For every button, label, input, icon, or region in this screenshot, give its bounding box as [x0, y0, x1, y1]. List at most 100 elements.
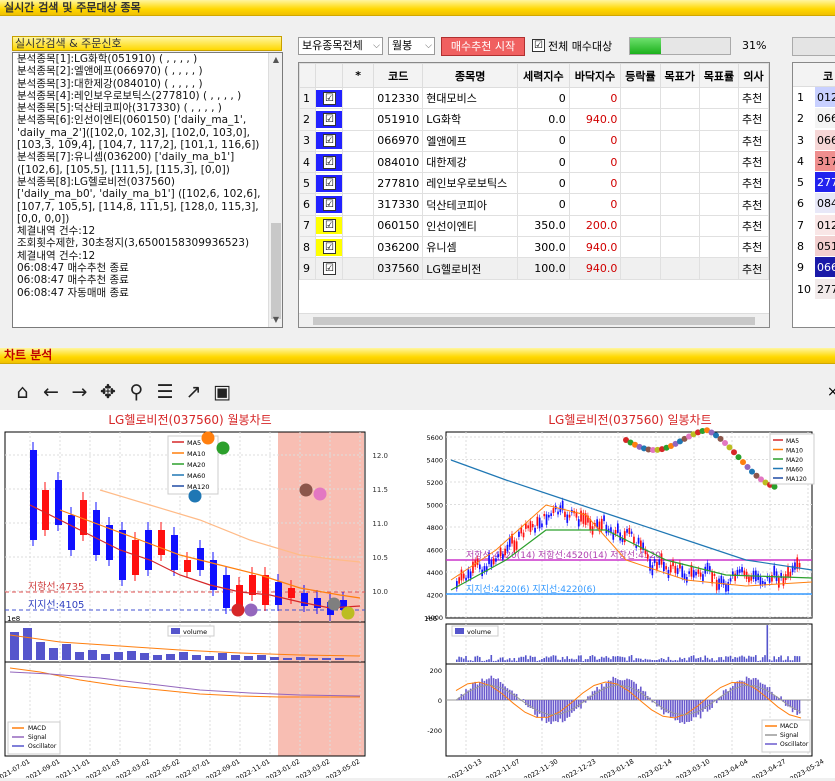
save-icon[interactable]: ▣ [210, 380, 235, 404]
scroll-thumb[interactable] [271, 223, 281, 319]
column-header[interactable] [315, 64, 342, 88]
list-item[interactable]: 9066 [793, 257, 835, 278]
forward-arrow-icon[interactable]: → [67, 380, 92, 404]
list-item[interactable]: 6084 [793, 193, 835, 214]
row-checkbox-bg[interactable]: ☑ [316, 90, 342, 107]
column-header[interactable]: 바닥지수 [569, 64, 621, 88]
list-item[interactable]: 10277 [793, 279, 835, 300]
second-grid[interactable]: 코 10122066306643175277608470128051906610… [792, 62, 835, 328]
stock-grid[interactable]: *코드종목명세력지수바닥지수등락률목표가목표률의사 1☑012330현대모비스0… [298, 62, 770, 328]
x-tick-label: 2022-10-13 [447, 757, 484, 778]
zoom-icon[interactable]: ⚲ [124, 380, 149, 404]
list-item[interactable]: 1012 [793, 87, 835, 108]
volume-bar [463, 659, 465, 662]
column-header[interactable]: 코드 [374, 64, 423, 88]
start-recommend-button[interactable]: 매수추천 시작 [441, 37, 525, 56]
row-checkbox-cell[interactable]: ☑ [315, 194, 342, 215]
row-checkbox-bg[interactable]: ☑ [316, 111, 342, 128]
check-icon[interactable]: ☑ [323, 241, 336, 254]
configure-subplots-icon[interactable]: ☰ [153, 380, 178, 404]
list-item[interactable]: 2066 [793, 108, 835, 129]
check-icon[interactable]: ☑ [323, 113, 336, 126]
column-header[interactable]: 세력지수 [518, 64, 570, 88]
check-icon[interactable]: ☑ [323, 156, 336, 169]
period-select[interactable]: 월봉 ⌵ [388, 37, 435, 55]
row-checkbox-bg[interactable]: ☑ [316, 175, 342, 192]
column-header[interactable]: 의사 [739, 64, 769, 88]
candle-body [702, 574, 704, 581]
column-header[interactable] [300, 64, 316, 88]
check-icon[interactable]: ☑ [323, 219, 336, 232]
table-row[interactable]: 7☑060150인선이엔티350.0200.0추천 [300, 215, 769, 236]
table-row[interactable]: 9☑037560LG헬로비전100.0940.0추천 [300, 258, 769, 279]
log-line: 분석종목[6]:인선이엔티(060150) ['daily_ma_1', [13, 114, 282, 126]
table-row[interactable]: 8☑036200유니셈300.0940.0추천 [300, 237, 769, 258]
edit-axis-icon[interactable]: ↗ [181, 380, 206, 404]
log-line: [103,3, 109,4], [104,7, 117,2], [101,1, … [13, 139, 282, 151]
buy-all-checkbox[interactable]: ☑ [532, 39, 545, 52]
row-checkbox-bg[interactable]: ☑ [316, 196, 342, 213]
list-item[interactable]: 7012 [793, 215, 835, 236]
row-checkbox-cell[interactable]: ☑ [315, 258, 342, 279]
holding-select[interactable]: 보유종목전체 ⌵ [298, 37, 383, 55]
check-icon[interactable]: ☑ [323, 92, 336, 105]
pan-icon[interactable]: ✥ [96, 380, 121, 404]
back-arrow-icon[interactable]: ← [39, 380, 64, 404]
empty-cell [342, 109, 373, 130]
volume-bar [746, 659, 748, 662]
home-icon[interactable]: ⌂ [10, 380, 35, 404]
table-row[interactable]: 3☑066970엘앤에프00추천 [300, 130, 769, 151]
column-header[interactable]: 목표가 [660, 64, 699, 88]
candle-body [799, 563, 801, 567]
row-checkbox-cell[interactable]: ☑ [315, 109, 342, 130]
volume-bar [520, 657, 522, 662]
row-checkbox-cell[interactable]: ☑ [315, 237, 342, 258]
row-checkbox-bg[interactable]: ☑ [316, 132, 342, 149]
row-checkbox-bg[interactable]: ☑ [316, 154, 342, 171]
column-header[interactable]: 등락률 [621, 64, 660, 88]
row-checkbox-cell[interactable]: ☑ [315, 130, 342, 151]
list-item[interactable]: 8051 [793, 236, 835, 257]
scroll-down-icon[interactable]: ▼ [269, 313, 283, 327]
table-row[interactable]: 5☑277810레인보우로보틱스00추천 [300, 173, 769, 194]
scroll-up-icon[interactable]: ▲ [269, 53, 283, 67]
row-checkbox-cell[interactable]: ☑ [315, 215, 342, 236]
scroll-thumb[interactable] [313, 317, 755, 325]
volume-bar [603, 658, 605, 662]
row-checkbox-cell[interactable]: ☑ [315, 173, 342, 194]
log-scrollbar[interactable]: ▲ ▼ [268, 53, 282, 327]
y-tick-label: 10.0 [372, 588, 388, 596]
check-icon[interactable]: ☑ [323, 262, 336, 275]
table-row[interactable]: 1☑012330현대모비스00추천 [300, 88, 769, 109]
column-header[interactable]: 종목명 [423, 64, 518, 88]
right-panel-button[interactable] [792, 37, 835, 56]
power-index: 0 [518, 151, 570, 172]
row-checkbox-bg[interactable]: ☑ [316, 239, 342, 256]
column-header[interactable]: 목표률 [699, 64, 738, 88]
table-row[interactable]: 6☑317330덕산테코피아00추천 [300, 194, 769, 215]
column-header[interactable]: * [342, 64, 373, 88]
log-line: 분석종목[5]:덕산테코피아(317330) ( , , , , ) [13, 102, 282, 114]
list-item[interactable]: 4317 [793, 151, 835, 172]
grid-hscrollbar[interactable] [299, 313, 769, 327]
row-checkbox-cell[interactable]: ☑ [315, 88, 342, 109]
volume-bar [624, 657, 626, 662]
candle-body [301, 593, 308, 606]
row-number: 3 [300, 130, 316, 151]
row-checkbox-bg[interactable]: ☑ [316, 260, 342, 277]
list-item[interactable]: 3066 [793, 130, 835, 151]
log-textbox[interactable]: 분석종목[1]:LG화학(051910) ( , , , , )분석종목[2]:… [12, 52, 283, 328]
row-checkbox-bg[interactable]: ☑ [316, 217, 342, 234]
table-row[interactable]: 2☑051910LG화학0.0940.0추천 [300, 109, 769, 130]
check-icon[interactable]: ☑ [323, 134, 336, 147]
oscillator-bar [486, 679, 488, 700]
candle-body [507, 545, 509, 551]
table-row[interactable]: 4☑084010대한제강00추천 [300, 151, 769, 172]
signal-marker [189, 490, 202, 503]
stock-name: 대한제강 [423, 151, 518, 172]
list-item[interactable]: 5277 [793, 172, 835, 193]
close-icon[interactable]: × [827, 384, 835, 400]
check-icon[interactable]: ☑ [323, 177, 336, 190]
check-icon[interactable]: ☑ [323, 198, 336, 211]
row-checkbox-cell[interactable]: ☑ [315, 151, 342, 172]
